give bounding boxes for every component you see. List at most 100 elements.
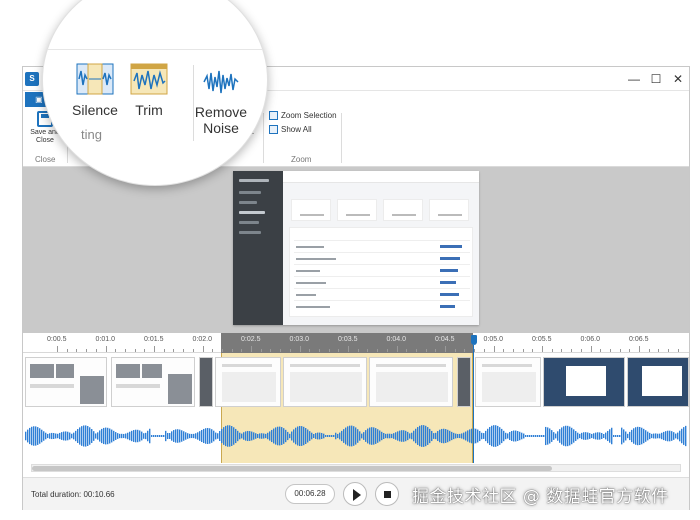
preview-frame — [233, 171, 479, 325]
waveform-bar — [185, 432, 187, 440]
waveform-bar — [57, 433, 59, 439]
waveform-bar — [259, 433, 261, 439]
silence-button[interactable]: Silence — [67, 63, 123, 118]
waveform-bar — [347, 426, 349, 446]
waveform-bar — [609, 429, 611, 443]
waveform-bar — [377, 429, 379, 443]
waveform-bar — [201, 429, 203, 443]
video-thumbnail — [475, 357, 541, 407]
waveform-bar — [117, 433, 119, 439]
video-thumbnail — [543, 357, 625, 407]
waveform-bar — [383, 432, 385, 440]
play-button[interactable] — [343, 482, 367, 506]
video-preview-area — [23, 167, 689, 333]
waveform-bar — [645, 430, 647, 442]
ruler-tick — [464, 349, 466, 352]
ruler-tick — [309, 349, 311, 352]
waveform-bar — [189, 433, 191, 439]
waveform-bar — [217, 433, 219, 439]
waveform-bar — [613, 435, 615, 437]
preview-dashboard — [283, 171, 479, 325]
ruler-tick-label: 0:01.5 — [144, 336, 164, 343]
ruler-tick — [318, 349, 320, 352]
waveform-bar — [577, 432, 579, 440]
waveform-bar — [667, 430, 669, 442]
video-thumbnail — [215, 357, 281, 407]
waveform-bar — [115, 432, 117, 440]
preview-table — [289, 227, 473, 317]
waveform-bar — [245, 431, 247, 441]
waveform-bar — [111, 429, 113, 443]
waveform-bar — [519, 431, 521, 441]
waveform-bar — [151, 435, 153, 437]
show-all-button[interactable]: Show All — [269, 125, 312, 134]
waveform-bar — [585, 432, 587, 440]
remove-noise-label-line2: Noise — [203, 120, 239, 136]
stop-button[interactable] — [375, 482, 399, 506]
timeline-scrollbar[interactable] — [31, 464, 681, 472]
ruler-tick-label: 0:06.0 — [580, 336, 600, 343]
waveform-bar — [481, 432, 483, 440]
waveform-bar — [291, 431, 293, 441]
ruler-tick — [328, 349, 330, 352]
waveform-bar — [521, 432, 523, 440]
audio-waveform[interactable] — [23, 413, 689, 459]
waveform-bar — [301, 426, 303, 446]
ruler-tick — [299, 346, 301, 352]
waveform-bar — [147, 430, 149, 442]
waveform-bar — [65, 431, 67, 441]
waveform-bar — [575, 431, 577, 441]
waveform-bar — [439, 429, 441, 443]
trim-button[interactable]: Trim — [125, 63, 173, 118]
ruler-tick — [289, 349, 291, 352]
timeline[interactable]: 0:00.5 0:01.0 0:01.5 0:02.0 0:02.5 0:03.0 0:03… — [23, 333, 689, 477]
preview-stat-card — [429, 199, 469, 221]
waveform-bar — [587, 432, 589, 440]
playhead-handle[interactable] — [471, 335, 477, 345]
magnifier-group-label: ting — [81, 127, 102, 142]
waveform-bar — [51, 432, 53, 440]
waveform-bar — [281, 427, 283, 445]
zoom-selection-button[interactable]: Zoom Selection — [269, 111, 337, 120]
waveform-bar — [271, 429, 273, 443]
waveform-bar — [393, 433, 395, 439]
waveform-bar — [39, 428, 41, 444]
ruler-tick — [57, 346, 58, 352]
waveform-bar — [179, 429, 181, 443]
waveform-bar — [63, 431, 65, 441]
waveform-bar — [497, 425, 499, 447]
waveform-bar — [101, 428, 103, 444]
timeline-scrollbar-thumb[interactable] — [32, 466, 552, 471]
waveform-bar — [531, 435, 533, 437]
waveform-bar — [455, 433, 457, 439]
ruler-tick — [619, 349, 621, 352]
waveform-bar — [107, 427, 109, 445]
close-button[interactable]: ✕ — [665, 70, 691, 88]
video-thumbnail — [283, 357, 367, 407]
waveform-bar — [75, 430, 77, 442]
waveform-bar — [655, 433, 657, 439]
waveform-bar — [195, 433, 197, 439]
ruler-tick — [231, 349, 233, 352]
waveform-bar — [539, 435, 541, 437]
time-ruler[interactable]: 0:00.5 0:01.0 0:01.5 0:02.0 0:02.5 0:03.0 0:03… — [23, 333, 689, 353]
waveform-bar — [199, 431, 201, 441]
waveform-bar — [649, 432, 651, 440]
waveform-bar — [559, 429, 561, 443]
waveform-bar — [603, 433, 605, 439]
waveform-bar — [427, 427, 429, 445]
waveform-bar — [45, 432, 47, 440]
waveform-bar — [535, 435, 537, 437]
remove-noise-button[interactable]: Remove Noise — [191, 67, 251, 136]
waveform-bar — [263, 433, 265, 439]
waveform-bar — [219, 431, 221, 441]
zoom-selection-icon — [269, 111, 278, 120]
waveform-bar — [85, 425, 87, 447]
waveform-bar — [209, 428, 211, 444]
waveform-bar — [205, 428, 207, 444]
remove-noise-label-line1: Remove — [194, 104, 248, 120]
ruler-tick — [551, 349, 553, 352]
waveform-bar — [295, 427, 297, 445]
remove-noise-icon — [203, 70, 239, 94]
waveform-bar — [183, 431, 185, 441]
